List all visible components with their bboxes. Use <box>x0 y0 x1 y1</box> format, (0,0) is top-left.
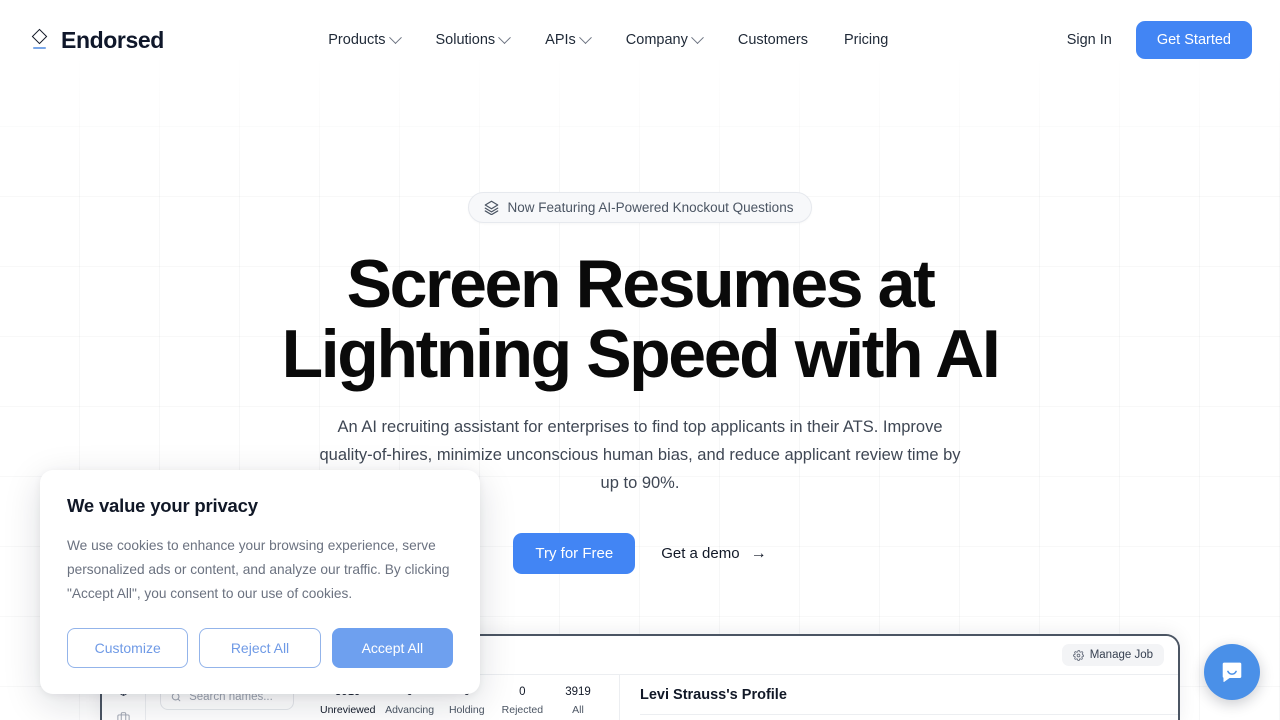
main-nav: Products Solutions APIs Company Customer… <box>164 24 1053 56</box>
nav-item-solutions[interactable]: Solutions <box>418 24 528 56</box>
announcement-badge[interactable]: Now Featuring AI-Powered Knockout Questi… <box>467 192 813 223</box>
dashboard-profile-panel: Levi Strauss's Profile <box>620 675 1178 720</box>
sign-in-link[interactable]: Sign In <box>1053 24 1126 56</box>
page-title: Screen Resumes at Lightning Speed with A… <box>0 249 1280 389</box>
chat-bubble-icon <box>1222 662 1242 682</box>
cookie-actions: Customize Reject All Accept All <box>67 628 453 668</box>
nav-item-company[interactable]: Company <box>608 24 720 56</box>
customize-button[interactable]: Customize <box>67 628 189 668</box>
hero-title-line-2: Lightning Speed with AI <box>281 316 1001 392</box>
brand-name: Endorsed <box>61 26 164 53</box>
chevron-down-icon <box>690 30 704 44</box>
status-label: All <box>572 704 584 716</box>
get-a-demo-label: Get a demo <box>661 545 740 562</box>
manage-job-button[interactable]: Manage Job <box>1061 644 1164 666</box>
status-count: 0 <box>519 686 526 698</box>
hero-title-line-1: Screen Resumes at <box>346 246 936 322</box>
nav-item-apis[interactable]: APIs <box>527 24 608 56</box>
nav-label: Solutions <box>435 32 496 48</box>
gear-icon <box>1072 649 1084 661</box>
nav-item-customers[interactable]: Customers <box>720 24 826 56</box>
cookie-body: We use cookies to enhance your browsing … <box>67 538 450 601</box>
status-tab-all[interactable]: 3919 All <box>555 684 601 720</box>
nav-label: Products <box>328 32 386 48</box>
briefcase-icon[interactable] <box>116 711 131 720</box>
nav-label: Customers <box>737 32 808 48</box>
nav-label: Pricing <box>843 32 889 48</box>
reject-all-button[interactable]: Reject All <box>199 628 321 668</box>
status-label: Advancing <box>385 704 435 716</box>
get-a-demo-link[interactable]: Get a demo → <box>661 545 766 562</box>
header-actions: Sign In Get Started <box>1053 21 1252 59</box>
brand-logo[interactable]: Endorsed <box>28 27 164 54</box>
status-label: Unreviewed <box>320 703 375 720</box>
layers-icon <box>484 200 498 215</box>
status-label: Rejected <box>501 704 544 716</box>
chevron-down-icon <box>388 30 402 44</box>
site-header: Endorsed Products Solutions APIs Company… <box>0 0 1280 80</box>
chat-launcher-button[interactable] <box>1204 644 1260 700</box>
cookie-title: We value your privacy <box>67 495 258 516</box>
nav-item-products[interactable]: Products <box>310 24 417 56</box>
nav-label: Company <box>625 32 688 48</box>
profile-title: Levi Strauss's Profile <box>640 687 787 703</box>
profile-divider <box>640 714 1178 715</box>
nav-item-pricing[interactable]: Pricing <box>826 24 906 56</box>
status-count: 3919 <box>565 686 591 698</box>
diamond-logo-icon <box>28 27 50 53</box>
try-for-free-button[interactable]: Try for Free <box>513 533 636 574</box>
cookie-consent-dialog: We value your privacy We use cookies to … <box>40 470 480 694</box>
chevron-down-icon <box>578 30 592 44</box>
status-tab-rejected[interactable]: 0 Rejected <box>499 684 545 720</box>
get-started-button[interactable]: Get Started <box>1135 21 1252 59</box>
announcement-text: Now Featuring AI-Powered Knockout Questi… <box>507 200 794 215</box>
manage-job-label: Manage Job <box>1089 649 1153 661</box>
arrow-right-icon: → <box>750 544 767 562</box>
status-label: Holding <box>448 704 485 716</box>
accept-all-button[interactable]: Accept All <box>331 628 453 668</box>
chevron-down-icon <box>498 30 512 44</box>
nav-label: APIs <box>545 32 576 48</box>
